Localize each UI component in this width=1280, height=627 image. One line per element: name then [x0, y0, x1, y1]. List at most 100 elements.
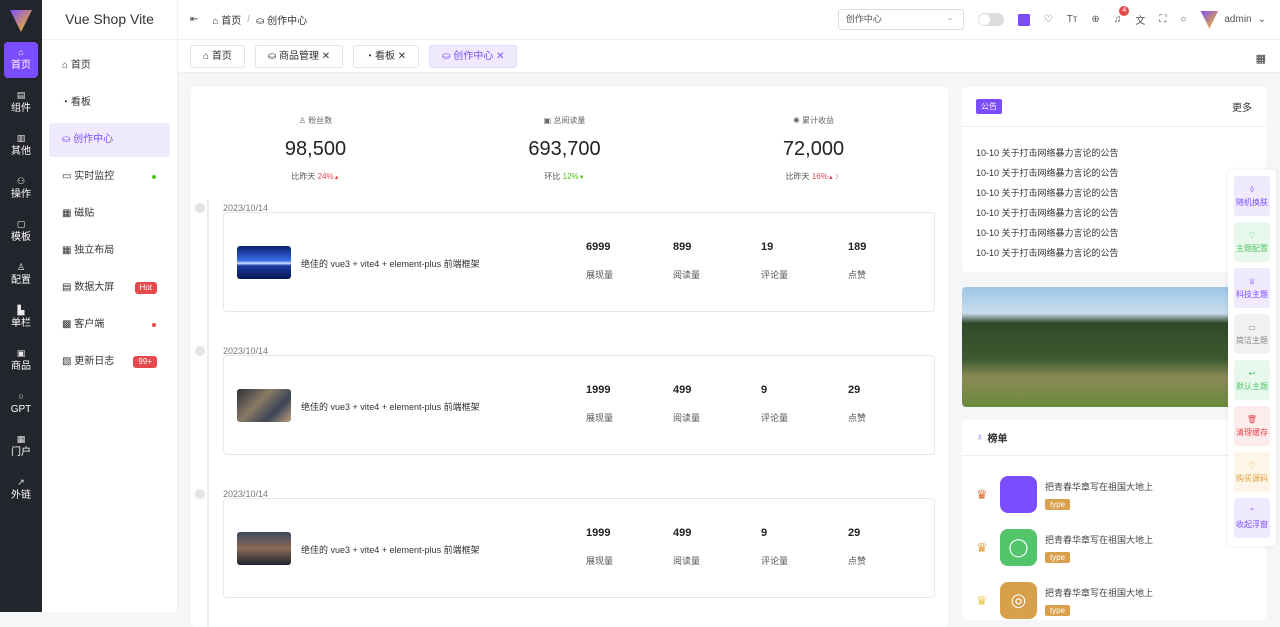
float-button[interactable]: ♕ 科技主题 [1234, 268, 1270, 308]
brand-title: Vue Shop Vite [42, 0, 177, 40]
notification-count: 4 [1119, 6, 1130, 16]
menu-icon: ▦ [62, 245, 72, 256]
rail-icon: ↗ [17, 477, 25, 487]
rail-item[interactable]: ⌂ 首页 [4, 42, 38, 78]
rail-item[interactable]: ▥ 其他 [4, 128, 38, 164]
menu-label: 看板 [70, 97, 91, 108]
notice-item[interactable]: 10-10 关于打击网络暴力言论的公告 [976, 243, 1252, 263]
post-metric: 29 点赞 [848, 384, 867, 423]
type-tag: type [1045, 551, 1071, 563]
rail-item[interactable]: ▤ 组件 [4, 85, 38, 121]
stat-item: ♙ 粉丝数 98,500 比昨天 24%▲ [216, 115, 416, 182]
shirt-icon[interactable]: ♡ [1044, 14, 1053, 25]
float-label: 简洁主题 [1236, 336, 1268, 345]
rail-label: 商品 [11, 361, 31, 372]
float-label: 随机换肤 [1236, 198, 1268, 207]
tab[interactable]: ⛀ 商品管理 ✕ [254, 44, 344, 68]
crown-icon: ♛ [976, 539, 988, 555]
theme-color-picker[interactable] [1017, 13, 1030, 26]
rail-item[interactable]: ▣ 商品 [4, 343, 38, 379]
menu-icon: ⛀ [62, 134, 71, 145]
menu-badge: Hot [134, 282, 157, 294]
notice-item[interactable]: 10-10 关于打击网络暴力言论的公告 [976, 143, 1252, 163]
menu-icon: ▦ [62, 208, 72, 219]
notice-item[interactable]: 10-10 关于打击网络暴力言论的公告 [976, 163, 1252, 183]
collapse-icon[interactable]: ⇤ [190, 14, 198, 25]
creation-center-card: ♙ 粉丝数 98,500 比昨天 24%▲ ▣ 总阅读量 693,700 环比 12%▼ ✺… [191, 87, 948, 627]
post-title[interactable]: 绝佳的 vue3 + vite4 + element-plus 前端框架 [301, 400, 480, 413]
breadcrumb-home[interactable]: ⌂ 首页 [212, 12, 241, 27]
sidebar-item[interactable]: ▦ 独立布局 [49, 234, 170, 268]
tab[interactable]: ⌂ 首页 [190, 44, 245, 68]
bell-icon[interactable]: ♫ 4 [1114, 6, 1130, 25]
rail-item[interactable]: ⚇ 操作 [4, 171, 38, 207]
ranking-item[interactable]: ♛ 把青春华章写在祖国大地上 type [976, 476, 1153, 513]
post-card[interactable]: 绝佳的 vue3 + vite4 + element-plus 前端框架 1999… [223, 355, 935, 455]
notice-item[interactable]: 10-10 关于打击网络暴力言论的公告 [976, 203, 1252, 223]
stat-item: ▣ 总阅读量 693,700 环比 12%▼ [465, 115, 665, 182]
float-button[interactable]: ▭ 简洁主题 [1234, 314, 1270, 354]
post-metric: 9 评论量 [761, 384, 789, 423]
medal-icon: ♁ [976, 432, 984, 443]
font-size-icon[interactable]: Tт [1067, 14, 1078, 25]
grid-icon[interactable]: ▦ [1256, 52, 1266, 65]
refresh-icon[interactable]: ○ [1180, 14, 1186, 25]
menu-badge: 99+ [133, 356, 157, 368]
sidebar-item[interactable]: ⌂ 首页 [49, 49, 170, 83]
float-button[interactable]: ♡ 购买源码 [1234, 452, 1270, 492]
post-title[interactable]: 绝佳的 vue3 + vite4 + element-plus 前端框架 [301, 543, 480, 556]
rail-item[interactable]: ▢ 模板 [4, 214, 38, 250]
sidebar-item[interactable]: ▦ 磁贴 [49, 197, 170, 231]
rail-label: 操作 [11, 189, 31, 200]
float-button[interactable]: ⌃ 收起浮窗 [1234, 498, 1270, 538]
dark-mode-toggle[interactable] [977, 13, 1004, 26]
menu-label: 实时监控 [74, 171, 115, 182]
post-card[interactable]: 绝佳的 vue3 + vite4 + element-plus 前端框架 6999… [223, 212, 935, 312]
post-metric: 6999 展现量 [586, 241, 614, 280]
more-link[interactable]: 更多 [1232, 99, 1252, 114]
ranking-item[interactable]: ♛ ◎ 把青春华章写在祖国大地上 type [976, 582, 1153, 619]
crown-icon: ♛ [976, 486, 988, 502]
sidebar-item[interactable]: ▭ 实时监控 [49, 160, 170, 194]
rail-icon: ▤ [16, 90, 26, 100]
rail-item[interactable]: ○ GPT [4, 386, 38, 422]
header: ⇤ ⌂ 首页 / ⛀ 创作中心 创作中心 ♡ Tт ⊕ ♫4 文 ⛶ ○ adm… [178, 0, 1280, 40]
post-card[interactable]: 绝佳的 vue3 + vite4 + element-plus 前端框架 1999… [223, 498, 935, 598]
logo [10, 10, 32, 32]
ranking-title: 榜单 [987, 434, 1008, 445]
float-button[interactable]: 🗑 清理缓存 [1234, 406, 1270, 446]
lock-icon[interactable]: ⊕ [1091, 14, 1099, 25]
app-icon: ◯ [1000, 529, 1037, 566]
menu-search-select[interactable]: 创作中心 [837, 8, 964, 30]
sidebar-item[interactable]: ▤ 数据大屏 Hot [49, 271, 170, 305]
rail-item[interactable]: ↗ 外链 [4, 472, 38, 508]
post-title[interactable]: 绝佳的 vue3 + vite4 + element-plus 前端框架 [301, 257, 480, 270]
app-icon: ◎ [1000, 582, 1037, 619]
menu-label: 更新日志 [74, 356, 115, 367]
float-button[interactable]: ◊ 随机换肤 [1234, 176, 1270, 216]
float-button[interactable]: ↩ 默认主题 [1234, 360, 1270, 400]
ranking-item[interactable]: ♛ ◯ 把青春华章写在祖国大地上 type [976, 529, 1153, 566]
tab[interactable]: ⛀ 创作中心 ✕ [429, 44, 518, 68]
post-thumbnail [237, 389, 291, 422]
float-button[interactable]: ♡ 主题配置 [1234, 222, 1270, 262]
crown-icon: ♛ [976, 592, 988, 608]
rail-item[interactable]: ♙ 配置 [4, 257, 38, 293]
ranking-text: 把青春华章写在祖国大地上 [1045, 481, 1154, 492]
translate-icon[interactable]: 文 [1135, 12, 1145, 27]
sidebar-item[interactable]: ⛀ 创作中心 [49, 123, 170, 157]
rail-item[interactable]: ▦ 门户 [4, 429, 38, 465]
image-carousel[interactable] [962, 287, 1266, 407]
sidebar-item[interactable]: ◔ 看板 [49, 86, 170, 120]
fullscreen-icon[interactable]: ⛶ [1159, 14, 1166, 25]
user-menu[interactable]: admin ⌄ [1200, 10, 1266, 29]
notice-item[interactable]: 10-10 关于打击网络暴力言论的公告 [976, 183, 1252, 203]
rail-item[interactable]: ▙ 单栏 [4, 300, 38, 336]
menu-icon: ▤ [62, 282, 72, 293]
app-icon [1000, 476, 1037, 513]
tab[interactable]: ◔ 看板 ✕ [353, 44, 420, 68]
sidebar-item[interactable]: ▧ 更新日志 99+ [49, 345, 170, 379]
notice-item[interactable]: 10-10 关于打击网络暴力言论的公告 [976, 223, 1252, 243]
sidebar-item[interactable]: ▩ 客户端 [49, 308, 170, 342]
tab-bar: ⌂ 首页 ⛀ 商品管理 ✕ ◔ 看板 ✕ ⛀ 创作中心 ✕ ▦ [178, 40, 1280, 73]
